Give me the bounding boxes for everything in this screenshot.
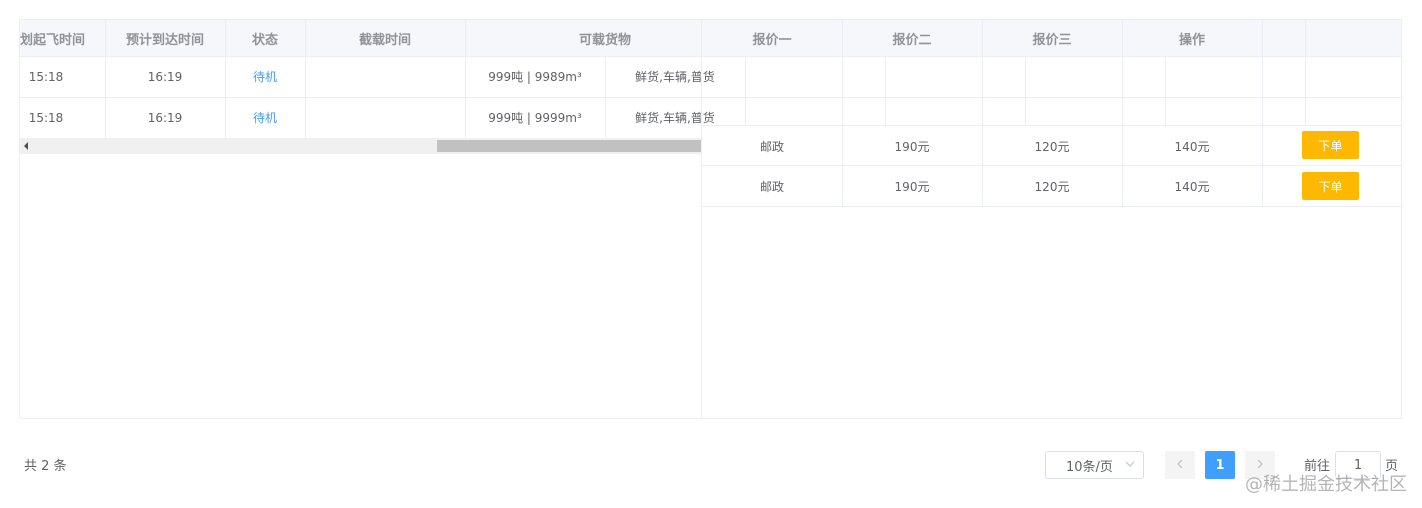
prev-page-button[interactable] xyxy=(1165,451,1195,479)
horizontal-scrollbar[interactable] xyxy=(20,138,702,154)
cell-quote-2: 120元 xyxy=(1034,180,1070,194)
header-arrival-time[interactable]: 预计到达时间 xyxy=(105,20,225,56)
cell-arrival: 16:19 xyxy=(147,110,183,125)
header-takeoff-time[interactable]: 划起飞时间 xyxy=(20,20,105,56)
pagination-total: 共 2 条 xyxy=(24,459,67,474)
cell-capacity: 999吨 | 9989m³ xyxy=(488,70,582,84)
order-button[interactable]: 下单 xyxy=(1302,172,1359,200)
watermark: @稀土掘金技术社区 xyxy=(1245,474,1407,495)
header-actions[interactable]: 操作 xyxy=(1122,20,1262,56)
cell-cutoff xyxy=(305,97,465,138)
header-status[interactable]: 状态 xyxy=(225,20,305,56)
fixed-right-panel xyxy=(701,19,1402,419)
header-quote-2[interactable]: 报价二 xyxy=(842,20,982,56)
cell-carrier: 邮政 xyxy=(759,139,784,154)
cell-takeoff: 15:18 xyxy=(28,69,64,84)
cell-capacity: 999吨 | 9999m³ xyxy=(488,111,582,125)
order-button[interactable]: 下单 xyxy=(1302,131,1359,159)
header-cutoff-time[interactable]: 截载时间 xyxy=(305,20,465,56)
cell-status-link[interactable]: 待机 xyxy=(225,56,305,97)
cell-cutoff xyxy=(305,56,465,97)
cell-quote-2: 120元 xyxy=(1034,139,1070,154)
cell-arrival: 16:19 xyxy=(147,69,183,84)
col-divider xyxy=(1262,19,1263,206)
chevron-down-icon xyxy=(1125,459,1135,472)
cell-carrier: 邮政 xyxy=(759,180,784,194)
cell-takeoff: 15:18 xyxy=(28,110,64,125)
cell-quote-1: 190元 xyxy=(894,180,930,194)
header-quote-3[interactable]: 报价三 xyxy=(982,20,1122,56)
page-size-select[interactable]: 10条/页 xyxy=(1045,451,1144,479)
cell-status-link[interactable]: 待机 xyxy=(225,97,305,138)
cell-quote-3: 140元 xyxy=(1174,180,1210,194)
cell-quote-1: 190元 xyxy=(894,139,930,154)
chevron-left-icon xyxy=(1175,458,1185,473)
scrollbar-thumb[interactable] xyxy=(437,140,702,152)
cell-quote-3: 140元 xyxy=(1174,139,1210,154)
page-size-value: 10条/页 xyxy=(1066,459,1113,475)
page-number-current[interactable]: 1 xyxy=(1205,451,1235,479)
header-quote-1[interactable]: 报价一 xyxy=(702,20,842,56)
scroll-left-icon[interactable] xyxy=(24,142,28,150)
